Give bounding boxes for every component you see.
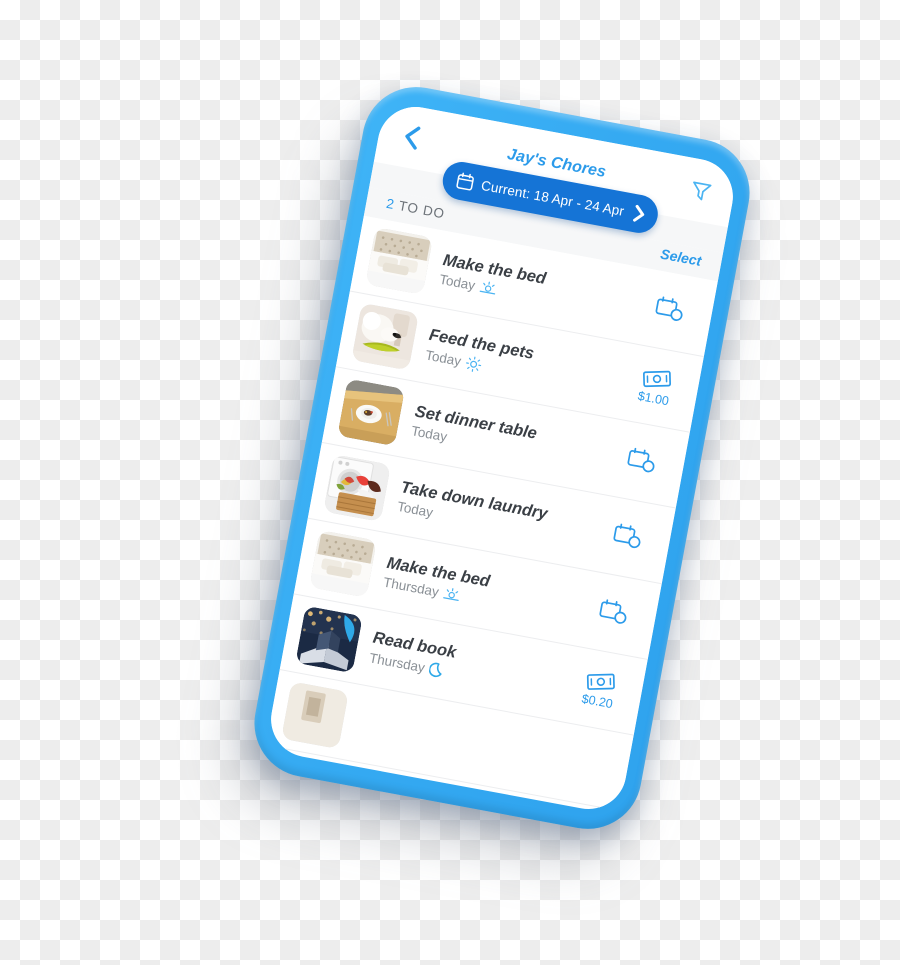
chore-thumbnail-book [295, 605, 363, 674]
funnel-filter-icon [687, 177, 715, 205]
calendar-clock-icon[interactable] [625, 446, 659, 477]
calendar-clock-icon[interactable] [653, 295, 687, 326]
chore-day: Today [424, 347, 463, 370]
chore-thumbnail-bed [365, 227, 433, 295]
screenshot-canvas: Jay's Chores Current: 18 Apr - 24 Apr 2 … [0, 0, 900, 965]
filter-button[interactable] [684, 173, 719, 208]
chore-action[interactable] [599, 520, 655, 557]
phone-mockup: Jay's Chores Current: 18 Apr - 24 Apr 2 … [245, 78, 759, 838]
chore-thumbnail-pets [351, 302, 419, 371]
chore-day: Today [396, 499, 435, 521]
chevron-left-icon [400, 123, 424, 152]
calendar-clock-icon[interactable] [611, 522, 645, 553]
chore-action[interactable] [641, 293, 697, 330]
chevron-right-icon[interactable] [630, 203, 647, 225]
chore-thumbnail-bed [309, 530, 377, 598]
chore-day: Today [410, 423, 449, 445]
moon-icon [428, 661, 447, 681]
chore-action[interactable]: $1.00 [627, 363, 685, 410]
chore-text-block-partial [344, 721, 560, 761]
banknote-icon[interactable] [584, 668, 618, 695]
sunrise-icon [442, 586, 461, 604]
chore-action-partial[interactable] [560, 761, 611, 770]
chore-action[interactable] [585, 595, 641, 632]
chore-action[interactable]: $0.20 [570, 666, 628, 713]
calendar-icon [455, 171, 475, 192]
chore-action[interactable] [613, 444, 669, 481]
todo-label: TO DO [397, 197, 447, 221]
back-button[interactable] [394, 120, 429, 155]
chore-thumbnail-laundry [323, 454, 391, 522]
select-button[interactable]: Select [659, 246, 702, 269]
calendar-clock-icon[interactable] [597, 597, 631, 628]
chore-thumbnail-partial [281, 681, 349, 750]
sun-icon [464, 355, 483, 374]
chore-day: Today [438, 272, 477, 294]
todo-count: 2 [385, 195, 397, 212]
chore-thumbnail-dinner [337, 378, 405, 447]
sunrise-icon [478, 280, 497, 298]
banknote-icon[interactable] [640, 365, 674, 392]
